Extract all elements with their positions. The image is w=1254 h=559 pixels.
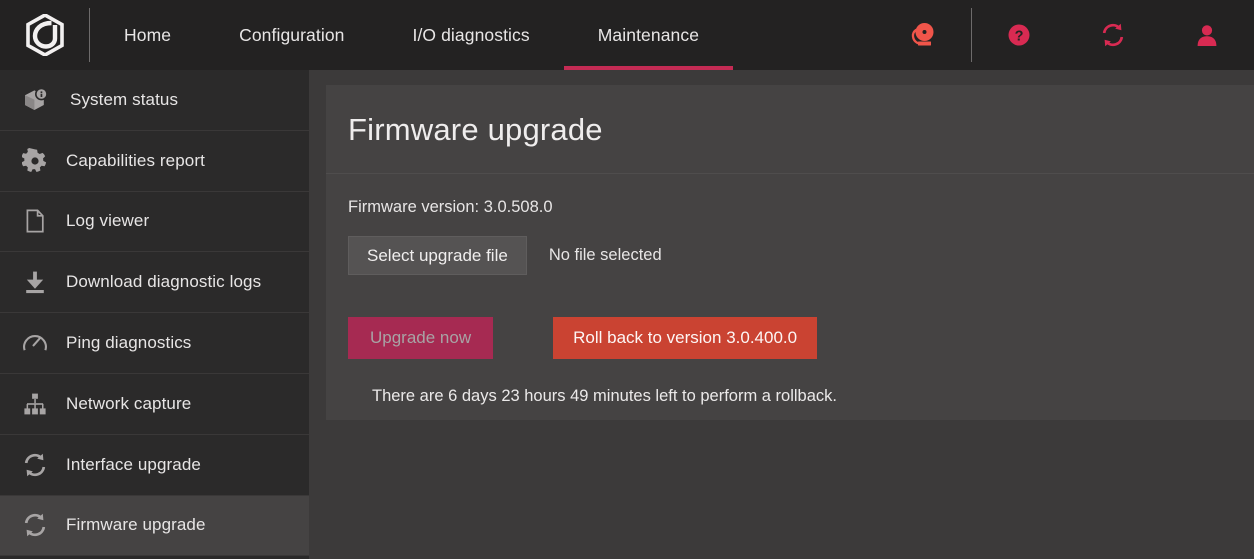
- user-account-button[interactable]: [1160, 0, 1254, 70]
- sidebar-item-download-diagnostic-logs[interactable]: Download diagnostic logs: [0, 252, 309, 314]
- sidebar-item-system-status-label: System status: [70, 89, 179, 109]
- card-body: Firmware version: 3.0.508.0 Select upgra…: [326, 174, 1254, 406]
- sitemap-icon: [22, 391, 66, 417]
- action-button-row: Upgrade now Roll back to version 3.0.400…: [348, 275, 1254, 359]
- sidebar-item-log-viewer[interactable]: Log viewer: [0, 192, 309, 253]
- tab-configuration[interactable]: Configuration: [205, 0, 378, 70]
- rollback-time-remaining-note: There are 6 days 23 hours 49 minutes lef…: [372, 387, 837, 405]
- app-logo[interactable]: [0, 0, 89, 70]
- help-button[interactable]: ?: [972, 0, 1066, 70]
- tab-io-diagnostics[interactable]: I/O diagnostics: [379, 0, 564, 70]
- tab-io-diagnostics-label: I/O diagnostics: [412, 24, 530, 45]
- document-page-icon: [22, 208, 66, 234]
- select-upgrade-file-button[interactable]: Select upgrade file: [348, 236, 527, 275]
- hexagon-swirl-logo-icon: [25, 14, 64, 56]
- header-spacer: [733, 0, 875, 70]
- tab-home-label: Home: [124, 24, 172, 45]
- package-info-icon: [22, 87, 66, 113]
- sidebar-item-download-diagnostic-logs-label: Download diagnostic logs: [66, 272, 262, 292]
- download-icon: [22, 269, 66, 295]
- refresh-sync-icon: [22, 452, 66, 478]
- sidebar-navigation: System status Capabilities report Log vi…: [0, 70, 309, 559]
- sidebar-item-log-viewer-label: Log viewer: [66, 211, 150, 231]
- sidebar-item-interface-upgrade-label: Interface upgrade: [66, 454, 201, 474]
- main-content-area: Firmware upgrade Firmware version: 3.0.5…: [309, 70, 1254, 559]
- sidebar-item-ping-diagnostics[interactable]: Ping diagnostics: [0, 313, 309, 374]
- firmware-upgrade-card: Firmware upgrade Firmware version: 3.0.5…: [326, 85, 1254, 420]
- gauge-icon: [22, 330, 66, 356]
- tab-maintenance-label: Maintenance: [597, 24, 700, 45]
- upgrade-now-button[interactable]: Upgrade now: [348, 317, 494, 359]
- sidebar-item-system-status[interactable]: System status: [0, 70, 309, 131]
- refresh-button[interactable]: [1066, 0, 1160, 70]
- sidebar-item-firmware-upgrade[interactable]: Firmware upgrade: [0, 495, 309, 557]
- sidebar-item-capabilities-report[interactable]: Capabilities report: [0, 131, 309, 192]
- file-select-row: Select upgrade file No file selected: [348, 217, 1254, 275]
- tab-maintenance[interactable]: Maintenance: [563, 0, 734, 70]
- header-icon-group: ?: [875, 0, 1254, 70]
- gear-icon: [22, 147, 66, 174]
- alarm-bell-button[interactable]: [875, 0, 971, 70]
- sidebar-item-firmware-upgrade-label: Firmware upgrade: [66, 515, 206, 535]
- sidebar-item-network-capture[interactable]: Network capture: [0, 374, 309, 435]
- svg-text:?: ?: [1015, 28, 1024, 44]
- sidebar-item-ping-diagnostics-label: Ping diagnostics: [66, 333, 192, 353]
- roll-back-button[interactable]: Roll back to version 3.0.400.0: [553, 317, 818, 359]
- user-account-icon: [1197, 25, 1217, 46]
- main-navigation-tabs: Home Configuration I/O diagnostics Maint…: [90, 0, 734, 70]
- selected-file-status: No file selected: [548, 246, 662, 264]
- page-title: Firmware upgrade: [348, 112, 603, 147]
- sidebar-item-interface-upgrade[interactable]: Interface upgrade: [0, 435, 309, 496]
- sidebar-item-capabilities-report-label: Capabilities report: [66, 150, 205, 170]
- tab-home[interactable]: Home: [90, 0, 205, 70]
- refresh-sync-icon: [1102, 23, 1124, 47]
- top-header-bar: Home Configuration I/O diagnostics Maint…: [0, 0, 1254, 70]
- alarm-bell-icon: [911, 23, 934, 46]
- firmware-version-text: Firmware version: 3.0.508.0: [348, 198, 553, 216]
- refresh-sync-icon: [22, 512, 66, 538]
- help-circle-icon: ?: [1008, 24, 1030, 46]
- tab-configuration-label: Configuration: [239, 24, 345, 45]
- sidebar-item-network-capture-label: Network capture: [66, 393, 192, 413]
